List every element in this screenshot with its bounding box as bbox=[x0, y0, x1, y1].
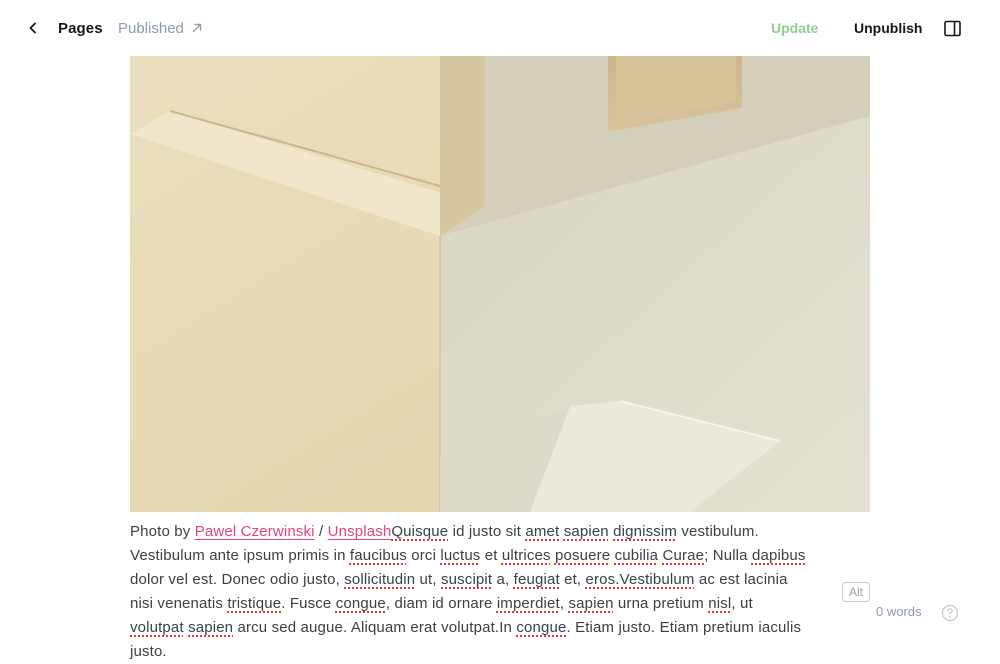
spellcheck-word: faucibus bbox=[349, 547, 407, 564]
caption-separator: / bbox=[314, 523, 328, 540]
update-button[interactable]: Update bbox=[771, 16, 818, 40]
unpublish-button[interactable]: Unpublish bbox=[854, 16, 922, 40]
chevron-left-icon bbox=[22, 16, 44, 40]
source-link[interactable]: Unsplash bbox=[328, 523, 392, 540]
body-text-run: , bbox=[559, 595, 569, 612]
sidebar-toggle-icon bbox=[942, 19, 964, 39]
spellcheck-word: cubilia bbox=[614, 547, 659, 564]
spellcheck-word: ultrices bbox=[501, 547, 551, 564]
status-label: Published bbox=[118, 19, 184, 37]
alt-text-button[interactable]: Alt bbox=[842, 582, 870, 602]
sidebar-toggle-button[interactable] bbox=[942, 19, 964, 39]
word-count: 0 words bbox=[876, 604, 922, 619]
spellcheck-word: volutpat bbox=[130, 619, 184, 636]
spellcheck-word: dignissim bbox=[613, 523, 678, 540]
spellcheck-word: sapien bbox=[568, 595, 614, 612]
spellcheck-word: feugiat bbox=[513, 571, 560, 588]
spellcheck-word: congue bbox=[516, 619, 567, 636]
help-button[interactable] bbox=[941, 604, 959, 622]
spellcheck-word: dapibus bbox=[751, 547, 806, 564]
spellcheck-word: sollicitudin bbox=[344, 571, 416, 588]
spellcheck-word: sapien bbox=[563, 523, 609, 540]
body-text-run: , diam id ornare bbox=[385, 595, 497, 612]
spellcheck-word: Quisque bbox=[391, 523, 449, 540]
author-link[interactable]: Pawel Czerwinski bbox=[195, 523, 315, 540]
body-text-run: orci bbox=[406, 547, 441, 564]
body-text-run: et, bbox=[559, 571, 586, 588]
body-text-run: id justo sit bbox=[448, 523, 526, 540]
body-text-run: ; Nulla bbox=[704, 547, 752, 564]
body-text-run: ut, bbox=[415, 571, 441, 588]
spellcheck-word: imperdiet bbox=[496, 595, 560, 612]
spellcheck-word: sapien bbox=[188, 619, 234, 636]
spellcheck-word: congue bbox=[335, 595, 386, 612]
post-body[interactable]: Photo by Pawel Czerwinski / UnsplashQuis… bbox=[130, 520, 810, 664]
question-circle-icon bbox=[941, 604, 959, 622]
body-text-run: urna pretium bbox=[613, 595, 709, 612]
body-text-run: . Fusce bbox=[281, 595, 336, 612]
body-paragraph: Quisque id justo sit amet sapien digniss… bbox=[130, 523, 806, 660]
body-text-run: , ut bbox=[731, 595, 753, 612]
feature-image[interactable] bbox=[130, 56, 870, 512]
body-text-run: a, bbox=[492, 571, 514, 588]
spellcheck-word: posuere bbox=[554, 547, 611, 564]
back-to-pages-link[interactable]: Pages bbox=[22, 16, 103, 40]
spellcheck-word: eros.Vestibulum bbox=[585, 571, 695, 588]
spellcheck-word: luctus bbox=[440, 547, 481, 564]
spellcheck-word: tristique bbox=[227, 595, 282, 612]
body-text-run: et bbox=[480, 547, 502, 564]
spellcheck-word: nisl bbox=[708, 595, 732, 612]
back-label: Pages bbox=[58, 19, 103, 37]
caption-prefix: Photo by bbox=[130, 523, 195, 540]
spellcheck-word: Curae bbox=[662, 547, 705, 564]
body-text-run: dolor vel est. Donec odio justo, bbox=[130, 571, 345, 588]
spellcheck-word: amet bbox=[525, 523, 560, 540]
spellcheck-word: suscipit bbox=[441, 571, 493, 588]
published-status-link[interactable]: Published bbox=[118, 16, 203, 40]
body-text-run: arcu sed augue. Aliquam erat volutpat.In bbox=[233, 619, 517, 636]
editor-header: Pages Published Update Unpublish bbox=[0, 0, 1000, 56]
arrow-up-right-icon bbox=[184, 22, 203, 34]
